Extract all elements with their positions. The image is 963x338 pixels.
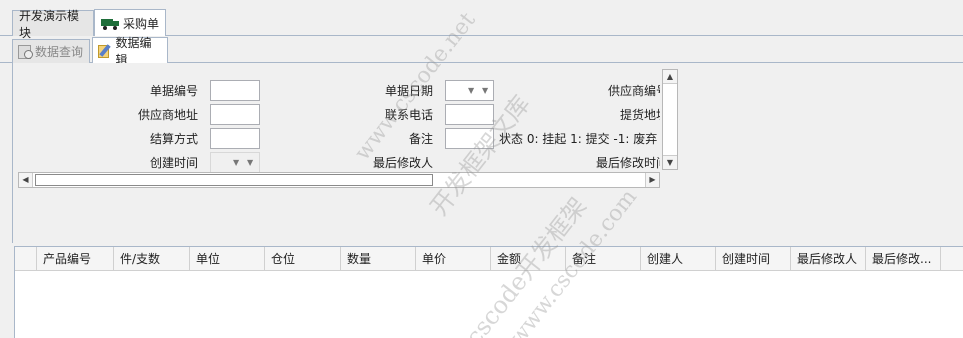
document-search-icon: [18, 44, 33, 59]
detail-grid[interactable]: 产品编号 件/支数 单位 仓位 数量 单价 金额 备注 创建人 创建时间 最后修…: [14, 246, 963, 338]
edit-icon: [98, 43, 112, 58]
bill-no-label: 单据编号: [149, 84, 198, 98]
tab-data-edit[interactable]: 数据编辑: [92, 36, 168, 67]
form-vertical-scrollbar[interactable]: ▲ ▼: [662, 69, 678, 170]
remark-input[interactable]: [445, 128, 494, 149]
column-header[interactable]: 单价: [416, 247, 491, 271]
supplier-code-label: 供应商编号: [608, 84, 660, 98]
column-header[interactable]: 创建时间: [716, 247, 791, 271]
phone-label: 联系电话: [384, 108, 433, 122]
last-modifier-label: 最后修改人: [372, 156, 433, 170]
scrollbar-thumb[interactable]: [35, 174, 433, 186]
column-header[interactable]: 仓位: [265, 247, 341, 271]
phone-input[interactable]: [445, 104, 494, 125]
chevron-down-icon: ▼: [468, 86, 475, 95]
scroll-up-icon[interactable]: ▲: [663, 70, 677, 84]
column-header[interactable]: 创建人: [641, 247, 716, 271]
column-header[interactable]: 金额: [491, 247, 566, 271]
row-indicator-header: [15, 247, 37, 271]
bill-date-picker[interactable]: ▼ ▼: [445, 80, 494, 101]
scroll-right-icon[interactable]: ▶: [645, 173, 659, 187]
module-tab-strip: 开发演示模块 采购单: [0, 0, 963, 40]
tab-purchase-order[interactable]: 采购单: [94, 9, 166, 36]
truck-icon: [101, 18, 119, 30]
column-header[interactable]: 单位: [190, 247, 265, 271]
bill-date-label: 单据日期: [384, 84, 433, 98]
grid-header-row: 产品编号 件/支数 单位 仓位 数量 单价 金额 备注 创建人 创建时间 最后修…: [15, 247, 963, 271]
column-header[interactable]: 件/支数: [114, 247, 190, 271]
chevron-down-icon: ▼: [482, 86, 489, 95]
settlement-input[interactable]: [210, 128, 260, 149]
view-tab-strip: 数据查询 数据编辑: [0, 36, 963, 67]
settlement-label: 结算方式: [149, 132, 198, 146]
column-header[interactable]: 产品编号: [37, 247, 114, 271]
scroll-left-icon[interactable]: ◀: [19, 173, 33, 187]
created-time-picker: ▼ ▼: [210, 152, 260, 173]
tab-label: 采购单: [123, 16, 160, 31]
remark-label: 备注: [408, 132, 433, 146]
pickup-address-label: 提货地址: [620, 108, 660, 122]
tab-data-query[interactable]: 数据查询: [12, 39, 90, 63]
last-modified-time-label: 最后修改时间: [596, 156, 660, 170]
tab-label: 数据查询: [35, 45, 84, 59]
status-note: 状态 0: 挂起 1: 提交 -1: 废弃: [499, 132, 658, 146]
chevron-down-icon: ▼: [247, 158, 254, 167]
created-time-label: 创建时间: [149, 156, 198, 170]
form-horizontal-scrollbar[interactable]: ◀ ▶: [18, 172, 660, 188]
supplier-address-label: 供应商地址: [137, 108, 198, 122]
scroll-down-icon[interactable]: ▼: [663, 155, 677, 169]
column-header[interactable]: 备注: [566, 247, 641, 271]
chevron-down-icon: ▼: [233, 158, 240, 167]
column-header[interactable]: 数量: [341, 247, 416, 271]
supplier-address-input[interactable]: [210, 104, 260, 125]
bill-no-input[interactable]: [210, 80, 260, 101]
tab-dev-demo-module[interactable]: 开发演示模块: [12, 9, 94, 40]
column-header[interactable]: 最后修改...: [866, 247, 941, 271]
column-header[interactable]: 最后修改人: [791, 247, 866, 271]
